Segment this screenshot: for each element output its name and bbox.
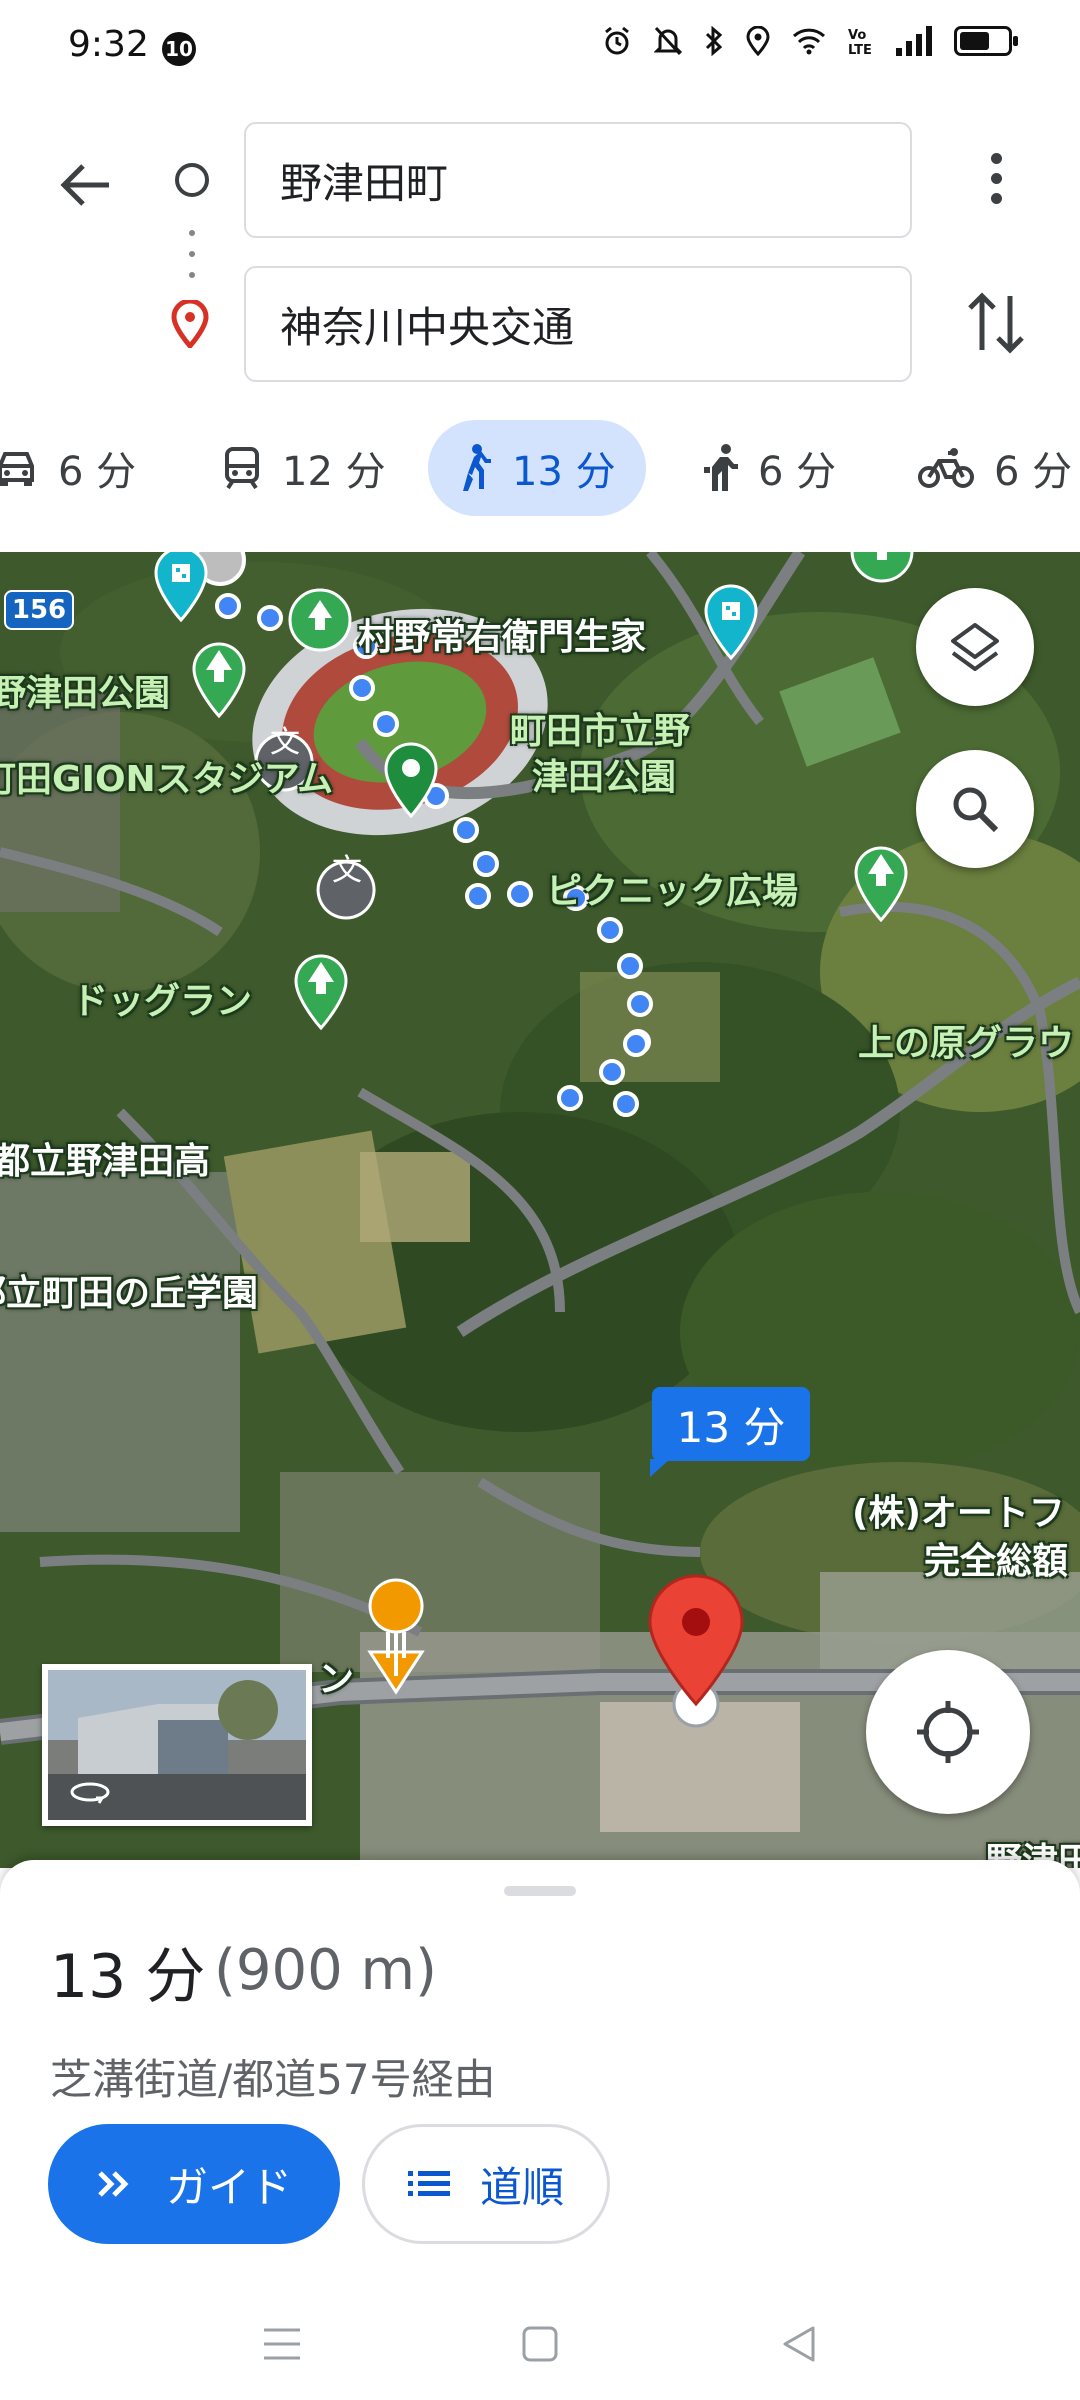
map-label-murano: 村野常右衛門生家 bbox=[358, 617, 647, 658]
status-bar: 9:32 10 Vo LTE bbox=[0, 0, 1080, 96]
mute-bell-icon bbox=[654, 26, 682, 56]
tab-transit[interactable]: 12 分 bbox=[222, 420, 386, 516]
map-view[interactable]: 文 文 156 村野常右衛門生家 野津田公園 町田市立野 津田公園 町田GION… bbox=[0, 552, 1080, 1868]
arrow-back-icon bbox=[60, 164, 109, 206]
map-label-stadium: 町田GIONスタジアム bbox=[0, 759, 334, 800]
destination-pin-icon bbox=[171, 300, 209, 348]
map-label-uenohara: 上の原グラウ bbox=[858, 1023, 1075, 1064]
park-pin-icon-3[interactable] bbox=[848, 842, 914, 922]
tab-bike[interactable]: 6 分 bbox=[918, 420, 1072, 516]
guide-button[interactable]: ガイド bbox=[48, 2124, 340, 2244]
bike-duration: 6 分 bbox=[994, 449, 1073, 495]
attraction-pin-icon-2[interactable] bbox=[700, 580, 762, 660]
attraction-pin-icon-1[interactable] bbox=[150, 552, 212, 622]
travel-mode-tabs: 6 分 12 分 13 分 6 分 6 分 bbox=[0, 420, 1080, 516]
crosshair-icon bbox=[917, 1701, 979, 1763]
origin-field[interactable]: 野津田町 bbox=[244, 122, 912, 238]
svg-text:Vo: Vo bbox=[848, 28, 866, 43]
destination-field[interactable]: 神奈川中央交通 bbox=[244, 266, 912, 382]
notification-count-badge: 10 bbox=[162, 32, 196, 66]
system-navigation-bar bbox=[0, 2280, 1080, 2400]
transit-duration: 12 分 bbox=[282, 449, 386, 495]
map-label-auto-2: 完全総額 bbox=[924, 1541, 1069, 1582]
tree-pin-icon-2 bbox=[288, 588, 352, 652]
park-pin-icon-2[interactable] bbox=[288, 950, 354, 1030]
location-icon bbox=[746, 26, 770, 56]
street-view-thumbnail[interactable] bbox=[42, 1664, 312, 1826]
walk-icon bbox=[463, 444, 491, 491]
origin-circle-icon bbox=[175, 163, 209, 197]
search-along-route-button[interactable] bbox=[916, 750, 1034, 868]
map-label-machida-park-2: 津田公園 bbox=[532, 757, 677, 798]
battery-icon bbox=[954, 26, 1018, 56]
tab-ride[interactable]: 6 分 bbox=[700, 420, 836, 516]
menu-icon bbox=[264, 2328, 300, 2360]
destination-text: 神奈川中央交通 bbox=[280, 302, 575, 352]
layers-button[interactable] bbox=[916, 588, 1034, 706]
map-label-nozuta-park: 野津田公園 bbox=[0, 673, 171, 714]
park-pin-icon-1[interactable] bbox=[186, 638, 252, 718]
more-options-button[interactable] bbox=[976, 148, 1016, 208]
route-duration: 13 分 bbox=[50, 1942, 206, 2012]
nav-home-button[interactable] bbox=[510, 2314, 570, 2374]
alarm-icon bbox=[605, 26, 629, 55]
guide-button-label: ガイド bbox=[165, 2162, 292, 2212]
train-icon bbox=[225, 447, 259, 490]
map-label-auto-1: (株)オートフ bbox=[852, 1493, 1065, 1534]
my-location-button[interactable] bbox=[866, 1650, 1030, 1814]
nav-back-button[interactable] bbox=[768, 2314, 828, 2374]
nav-menu-button[interactable] bbox=[252, 2314, 312, 2374]
route-duration-badge[interactable]: 13 分 bbox=[650, 1387, 810, 1477]
double-chevron-icon bbox=[98, 2171, 129, 2197]
list-icon bbox=[407, 2171, 450, 2196]
tab-car[interactable]: 6 分 bbox=[0, 420, 136, 516]
map-label-restaurant: ン bbox=[318, 1659, 355, 1700]
ride-hail-icon bbox=[704, 444, 738, 491]
steps-button[interactable]: 道順 bbox=[362, 2124, 610, 2244]
origin-text: 野津田町 bbox=[280, 158, 449, 208]
back-button[interactable] bbox=[50, 150, 120, 220]
stadium-pin-icon[interactable] bbox=[380, 738, 442, 818]
map-label-machida-park-1: 町田市立野 bbox=[510, 711, 691, 752]
ride-duration: 6 分 bbox=[758, 449, 837, 495]
drag-handle[interactable] bbox=[504, 1886, 576, 1896]
road-shield-156: 156 bbox=[4, 590, 74, 630]
route-via: 芝溝街道/都道57号経由 bbox=[50, 2055, 496, 2104]
route-distance: (900 m) bbox=[214, 1938, 437, 2003]
rotate-360-icon bbox=[70, 1782, 110, 1804]
home-square-icon bbox=[522, 2326, 558, 2362]
volte-icon: VoLTE bbox=[848, 28, 872, 56]
tab-walk[interactable]: 13 分 bbox=[428, 420, 646, 516]
bluetooth-icon bbox=[705, 26, 723, 56]
map-label-picnic: ピクニック広場 bbox=[546, 871, 799, 912]
search-icon bbox=[953, 787, 999, 833]
car-duration: 6 分 bbox=[58, 449, 137, 495]
wifi-icon bbox=[792, 28, 826, 55]
steps-button-label: 道順 bbox=[479, 2162, 564, 2212]
car-icon bbox=[0, 452, 34, 486]
svg-text:文: 文 bbox=[332, 853, 362, 888]
route-connector-dots bbox=[188, 230, 196, 278]
status-time: 9:32 bbox=[68, 24, 149, 65]
layers-icon bbox=[951, 623, 999, 671]
map-label-high-school: 都立野津田高 bbox=[0, 1141, 211, 1182]
signal-icon bbox=[896, 26, 932, 56]
swap-origin-destination-button[interactable] bbox=[964, 288, 1028, 358]
map-label-dogrun: ドッグラン bbox=[72, 981, 253, 1022]
svg-text:LTE: LTE bbox=[848, 43, 872, 56]
back-triangle-icon bbox=[783, 2326, 815, 2362]
map-label-oka-gakuen: 都立町田の丘学園 bbox=[0, 1273, 259, 1314]
status-icons: Vo LTE bbox=[602, 26, 1018, 56]
bicycle-icon bbox=[918, 448, 974, 488]
walk-duration: 13 分 bbox=[512, 449, 616, 495]
